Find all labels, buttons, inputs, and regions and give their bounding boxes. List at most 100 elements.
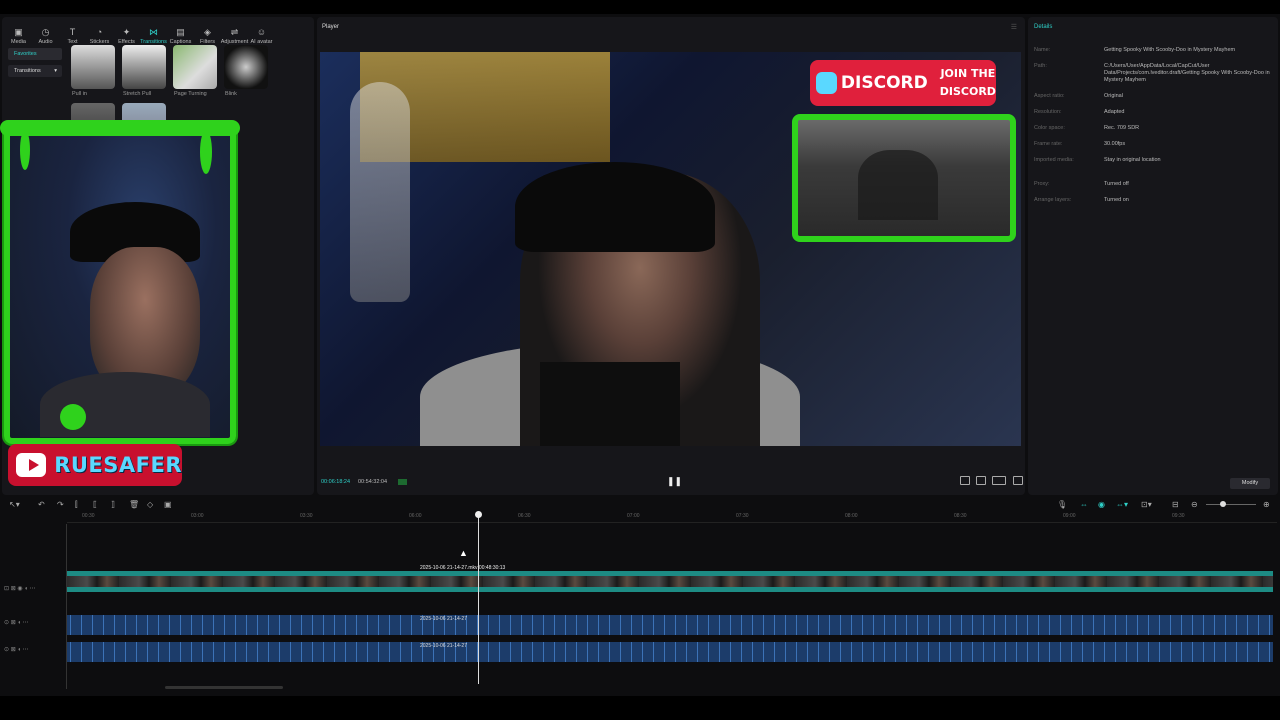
total-time: 00:54:32:04: [358, 479, 388, 485]
adjustment-icon: ⇌: [230, 27, 239, 37]
marker-icon[interactable]: ◇: [147, 500, 153, 509]
detail-value: Rec. 709 SDR: [1104, 125, 1140, 131]
video-preview[interactable]: DISCORD JOIN THE DISCORD: [320, 52, 1021, 446]
delete-icon[interactable]: 🗑: [129, 500, 139, 509]
youtube-badge: RUESAFER: [8, 444, 182, 486]
tick-label: 09:30: [1172, 513, 1185, 519]
webcam-overlay: [4, 126, 236, 444]
slime-drip: [200, 130, 212, 174]
details-title: Details: [1034, 24, 1053, 30]
zoom-out-icon[interactable]: ⊖: [1191, 500, 1198, 509]
gameplay-overlay: [792, 114, 1016, 242]
captions-icon: ▤: [176, 27, 185, 37]
video-clip[interactable]: [67, 571, 1273, 592]
menu-icon[interactable]: ☰: [1011, 23, 1017, 31]
tick-label: 07:30: [736, 513, 749, 519]
detail-value: Original: [1104, 93, 1123, 99]
modify-button[interactable]: Modify: [1230, 478, 1270, 489]
transitions-icon: ⋈: [149, 27, 158, 37]
category-favorites[interactable]: Favorites: [8, 48, 62, 60]
audio-clip[interactable]: [67, 615, 1273, 635]
cap-shape: [515, 162, 715, 252]
transition-thumb-blink[interactable]: [224, 45, 268, 89]
category-transitions-dropdown[interactable]: Transitions ▾: [8, 65, 62, 77]
crop-icon[interactable]: [976, 476, 986, 485]
audio-icon: ◷: [41, 27, 50, 37]
detail-label: Arrange layers:: [1034, 197, 1072, 203]
timeline-toolbar: ↖▾ ↶ ↷ ⫿ ⟦ ⟧ 🗑 ◇ ▣ 🎙 ⇔ ◉ ⇔▾ ⊡▾ ⊟ ⊖ ⊕: [0, 498, 1280, 510]
lock-icon[interactable]: ⊡ ⊠ ◉ ◖ ⋯: [4, 586, 36, 592]
detail-label: Aspect ratio:: [1034, 93, 1065, 99]
playhead-handle[interactable]: [475, 511, 482, 518]
timeline-ruler[interactable]: 00:30 03:00 03:30 06:00 06:30 07:00 07:3…: [67, 513, 1277, 523]
tool-audio[interactable]: ◷ Audio: [33, 21, 58, 51]
detail-label: Resolution:: [1034, 109, 1062, 115]
tick-label: 03:00: [191, 513, 204, 519]
playhead-line[interactable]: [478, 512, 479, 684]
detail-value[interactable]: Turned off: [1104, 181, 1276, 188]
magnet-icon[interactable]: ◉: [1098, 500, 1105, 509]
discord-logo-icon: [816, 72, 837, 94]
youtube-play-icon: [16, 453, 47, 477]
detail-label: Frame rate:: [1034, 141, 1063, 147]
tick-label: 07:00: [627, 513, 640, 519]
detail-value: Adapted: [1104, 109, 1125, 115]
layout-icon[interactable]: ⊡▾: [1141, 500, 1152, 509]
thumb-label: Pull in: [72, 91, 87, 97]
discord-word: DISCORD: [840, 73, 928, 93]
game-tree-shape: [858, 150, 938, 220]
preview-axis-icon[interactable]: ⇔▾: [1116, 500, 1128, 509]
transition-thumb-pull-in[interactable]: [71, 45, 115, 89]
detail-label: Name:: [1034, 47, 1051, 53]
microphone-icon[interactable]: 🎙: [1057, 500, 1067, 509]
pause-button[interactable]: ❚❚: [667, 476, 682, 487]
ratio-icon[interactable]: [992, 476, 1006, 485]
filters-icon: ◈: [204, 27, 211, 37]
detail-value[interactable]: Turned on: [1104, 197, 1276, 204]
shirt-shape: [540, 362, 680, 446]
detail-value: 30.00fps: [1104, 141, 1126, 147]
redo-icon[interactable]: ↷: [57, 500, 64, 509]
player-panel: Player ☰ DISCORD JOIN THE DISCORD 00:06:…: [317, 17, 1025, 495]
player-title: Player: [322, 24, 340, 30]
youtube-channel-name: RUESAFER: [54, 453, 182, 477]
chevron-down-icon: ▾: [54, 68, 57, 74]
audio-track-controls-icon[interactable]: ⊙ ⊠ ◖ ⋯: [4, 647, 29, 653]
fullscreen-icon[interactable]: [1013, 476, 1023, 485]
split-icon[interactable]: ⫿: [75, 500, 78, 510]
mouse-cursor-icon: ▲: [459, 548, 468, 558]
select-tool-icon[interactable]: ↖▾: [9, 500, 20, 509]
skeleton-figure: [350, 82, 410, 302]
undo-icon[interactable]: ↶: [38, 500, 45, 509]
media-icon: ▣: [14, 27, 23, 37]
detail-label: Path:: [1034, 63, 1047, 69]
detail-label: Color space:: [1034, 125, 1065, 131]
zoom-slider-handle[interactable]: [1220, 501, 1226, 507]
detail-value: Stay in original location: [1104, 157, 1161, 163]
timeline-scrollbar[interactable]: [165, 686, 283, 689]
thumbnail-icon[interactable]: ▣: [164, 500, 172, 509]
tool-label: Audio: [38, 39, 53, 45]
zoom-in-icon[interactable]: ⊕: [1263, 500, 1270, 509]
audio-meter: [398, 479, 407, 485]
transition-thumb-page-turning[interactable]: [173, 45, 217, 89]
split-right-icon[interactable]: ⟧: [111, 500, 115, 509]
tick-label: 06:00: [409, 513, 422, 519]
split-left-icon[interactable]: ⟦: [93, 500, 97, 509]
detail-value: Getting Spooky With Scooby-Doo in Myster…: [1104, 47, 1236, 53]
audio-clip[interactable]: [67, 642, 1273, 662]
current-time: 00:06:18:24: [321, 479, 351, 485]
sticker-icon: ◔: [96, 27, 103, 37]
video-clip-label: 2025-10-06 21-14-27.mkv 00:48:30:13: [420, 565, 506, 571]
zoom-slider[interactable]: [1206, 504, 1256, 505]
link-main-track-icon[interactable]: ⇔: [1080, 500, 1088, 509]
tick-label: 06:30: [518, 513, 531, 519]
fit-icon[interactable]: ⊟: [1172, 500, 1179, 509]
tool-label: Media: [11, 39, 26, 45]
subtitle-icon[interactable]: [960, 476, 970, 485]
tool-media[interactable]: ▣ Media: [6, 21, 31, 51]
discord-banner: DISCORD JOIN THE DISCORD: [810, 60, 996, 106]
audio-track-controls-icon[interactable]: ⊙ ⊠ ◖ ⋯: [4, 620, 29, 626]
transition-thumb-stretch-pull[interactable]: [122, 45, 166, 89]
ai-avatar-icon: ☺: [256, 27, 267, 37]
